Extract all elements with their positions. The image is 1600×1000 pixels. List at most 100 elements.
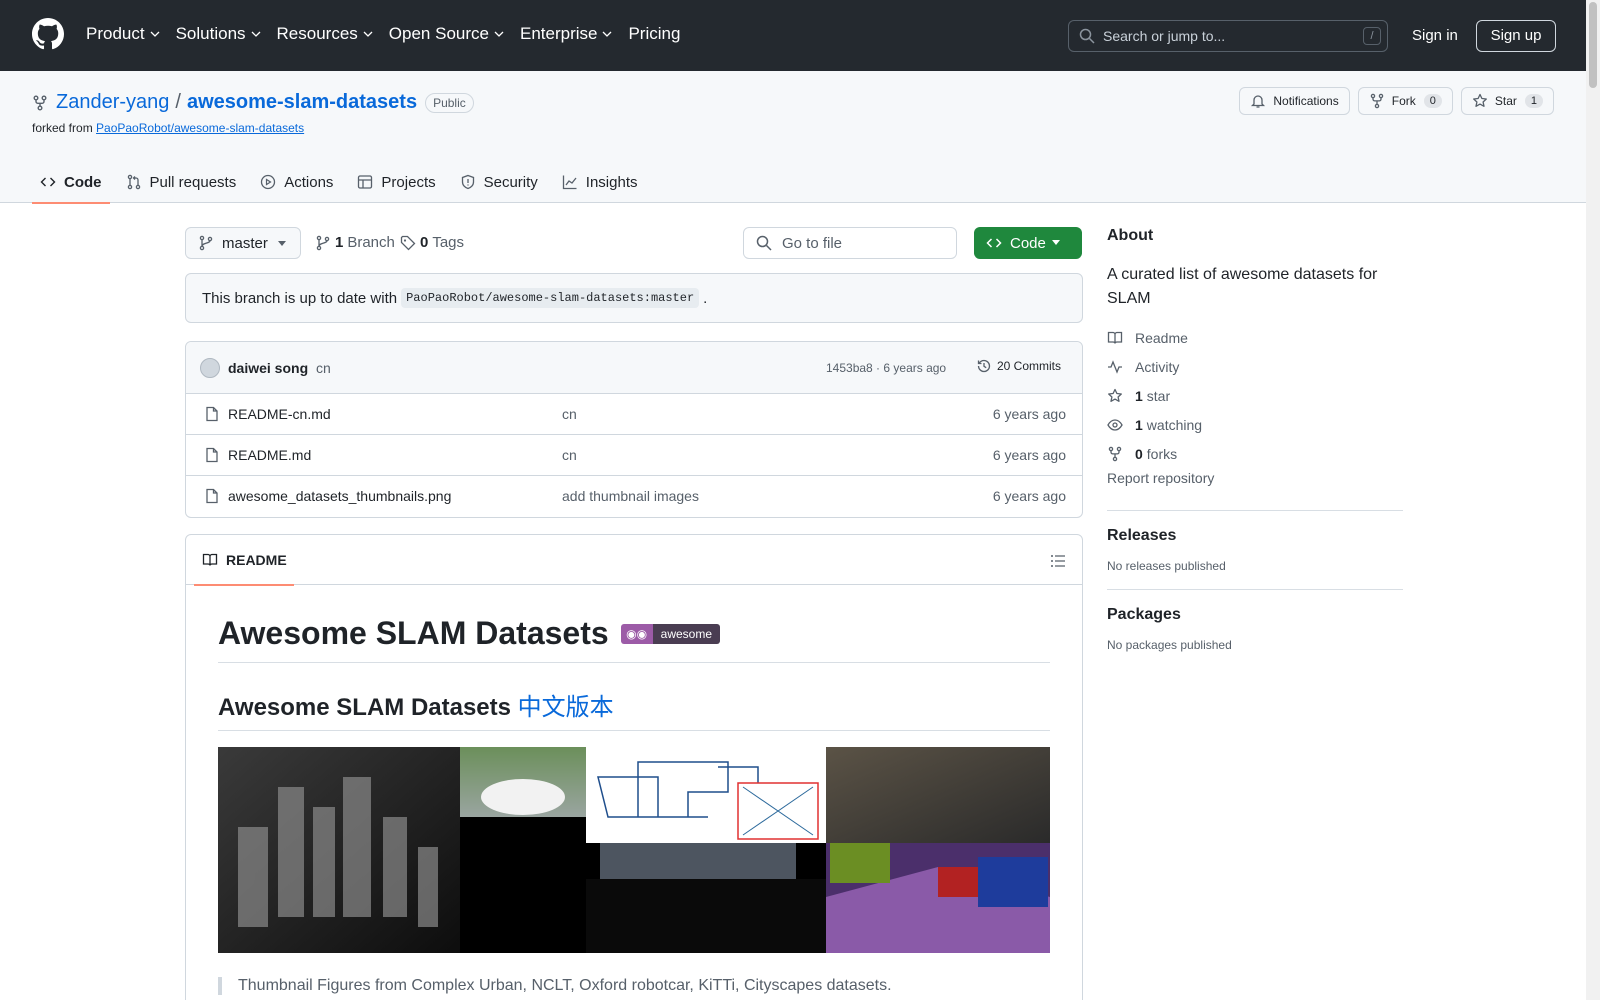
table-icon bbox=[358, 175, 373, 189]
list-unordered-icon[interactable] bbox=[1050, 553, 1066, 569]
notifications-button[interactable]: Notifications bbox=[1239, 87, 1350, 115]
global-nav: Product Solutions Resources Open Source … bbox=[86, 24, 696, 44]
file-row[interactable]: README-cn.md cn 6 years ago bbox=[186, 394, 1082, 435]
nav-label: Product bbox=[86, 24, 145, 43]
badge-text: awesome bbox=[652, 623, 721, 644]
avatar[interactable] bbox=[200, 358, 220, 378]
watching-link[interactable]: 1 watching bbox=[1107, 410, 1403, 439]
file-name[interactable]: README-cn.md bbox=[228, 406, 331, 422]
activity-link[interactable]: Activity bbox=[1107, 352, 1403, 381]
repo-tabs: Code Pull requests Actions Projects Secu… bbox=[32, 161, 654, 204]
forked-from-prefix: forked from bbox=[32, 121, 93, 135]
page-scrollbar[interactable] bbox=[1586, 0, 1600, 1000]
star-counter: 1 bbox=[1524, 94, 1543, 108]
global-header: Product Solutions Resources Open Source … bbox=[0, 0, 1600, 71]
tag-label: Tags bbox=[432, 234, 465, 251]
code-icon bbox=[986, 238, 1002, 248]
commit-message[interactable]: cn bbox=[316, 360, 331, 376]
fork-label: Fork bbox=[1391, 94, 1416, 108]
chevron-down-icon bbox=[251, 31, 260, 37]
watching-label: watching bbox=[1146, 416, 1203, 433]
report-repository-link[interactable]: Report repository bbox=[1107, 470, 1403, 494]
nav-product[interactable]: Product bbox=[86, 24, 160, 44]
packages-title[interactable]: Packages bbox=[1107, 606, 1403, 624]
go-to-file-input[interactable]: Go to file bbox=[743, 227, 957, 259]
stars-label: star bbox=[1146, 387, 1171, 404]
repo-title: Zander-yang / awesome-slam-datasets Publ… bbox=[56, 91, 474, 114]
stars-link[interactable]: 1 star bbox=[1107, 381, 1403, 410]
tab-code[interactable]: Code bbox=[32, 161, 110, 204]
file-row[interactable]: awesome_datasets_thumbnails.png add thum… bbox=[186, 476, 1082, 517]
go-to-file-placeholder: Go to file bbox=[782, 234, 843, 252]
caret-down-icon bbox=[278, 241, 286, 246]
readme-header: README bbox=[186, 535, 1082, 586]
star-button[interactable]: Star 1 bbox=[1460, 87, 1554, 115]
readme-heading: Awesome SLAM Datasets ◉◉ awesome bbox=[218, 615, 1050, 663]
awesome-badge[interactable]: ◉◉ awesome bbox=[620, 623, 721, 644]
nav-open-source[interactable]: Open Source bbox=[389, 24, 504, 44]
readme-tab-label: README bbox=[226, 552, 287, 568]
search-input[interactable]: Search or jump to... / bbox=[1068, 20, 1388, 52]
code-button-label: Code bbox=[1010, 234, 1046, 252]
repo-name-link[interactable]: awesome-slam-datasets bbox=[187, 91, 417, 114]
nav-pricing[interactable]: Pricing bbox=[628, 24, 680, 44]
tab-projects[interactable]: Projects bbox=[349, 161, 443, 203]
nav-label: Resources bbox=[276, 24, 358, 43]
divider bbox=[1107, 510, 1403, 511]
status-suffix: . bbox=[703, 289, 708, 307]
tab-security[interactable]: Security bbox=[452, 161, 546, 203]
branch-selector[interactable]: master bbox=[185, 227, 301, 259]
thumbnails-graphic bbox=[218, 747, 1050, 953]
tags-link[interactable]: 0 Tags bbox=[400, 234, 464, 251]
nav-solutions[interactable]: Solutions bbox=[176, 24, 261, 44]
file-icon bbox=[206, 488, 218, 504]
forks-count: 0 bbox=[1135, 445, 1143, 462]
tab-label: Projects bbox=[381, 173, 436, 191]
repo-owner-link[interactable]: Zander-yang bbox=[56, 91, 169, 114]
forked-from-link[interactable]: PaoPaoRobot/awesome-slam-datasets bbox=[96, 121, 304, 135]
sign-in-link[interactable]: Sign in bbox=[1412, 27, 1458, 44]
fork-icon bbox=[1108, 446, 1122, 461]
fork-button[interactable]: Fork 0 bbox=[1357, 87, 1453, 115]
file-icon bbox=[206, 447, 218, 463]
chinese-version-link[interactable]: 中文版本 bbox=[518, 694, 614, 721]
commits-history-link[interactable]: 20 Commits bbox=[976, 358, 1061, 374]
readme-tab[interactable]: README bbox=[194, 535, 294, 586]
eye-icon bbox=[1107, 418, 1123, 431]
readme-body: Awesome SLAM Datasets ◉◉ awesome Awesome… bbox=[186, 585, 1082, 1000]
chevron-down-icon bbox=[494, 31, 504, 37]
file-name[interactable]: awesome_datasets_thumbnails.png bbox=[228, 488, 451, 504]
scrollbar-thumb[interactable] bbox=[1589, 2, 1597, 88]
nav-label: Open Source bbox=[388, 24, 489, 43]
status-ref[interactable]: PaoPaoRobot/awesome-slam-datasets:master bbox=[401, 288, 700, 308]
file-icon bbox=[206, 406, 218, 422]
search-shortcut-key: / bbox=[1363, 27, 1381, 45]
tab-insights[interactable]: Insights bbox=[554, 161, 646, 203]
file-commit-message[interactable]: add thumbnail images bbox=[562, 488, 699, 504]
commit-meta[interactable]: 1453ba8 · 6 years ago bbox=[826, 361, 946, 375]
code-dropdown-button[interactable]: Code bbox=[974, 227, 1082, 259]
repo-header: Zander-yang / awesome-slam-datasets Publ… bbox=[0, 71, 1586, 204]
file-commit-message[interactable]: cn bbox=[562, 447, 577, 463]
file-commit-message[interactable]: cn bbox=[562, 406, 577, 422]
shield-icon bbox=[461, 174, 474, 190]
tab-label: Security bbox=[483, 173, 538, 191]
nav-resources[interactable]: Resources bbox=[277, 24, 373, 44]
nav-enterprise[interactable]: Enterprise bbox=[520, 24, 612, 44]
branches-link[interactable]: 1 Branch bbox=[315, 234, 395, 251]
file-row[interactable]: README.md cn 6 years ago bbox=[186, 435, 1082, 476]
file-name[interactable]: README.md bbox=[228, 447, 311, 463]
status-prefix: This branch is up to date with bbox=[202, 289, 398, 307]
tab-actions[interactable]: Actions bbox=[252, 161, 341, 203]
activity-link-label: Activity bbox=[1135, 358, 1180, 375]
chevron-down-icon bbox=[603, 31, 612, 37]
commit-author[interactable]: daiwei song bbox=[228, 360, 308, 376]
releases-title[interactable]: Releases bbox=[1107, 527, 1403, 545]
tab-pull-requests[interactable]: Pull requests bbox=[118, 161, 245, 203]
github-logo-icon[interactable] bbox=[32, 18, 64, 50]
readme-subheading: Awesome SLAM Datasets 中文版本 bbox=[218, 687, 1050, 731]
readme-link[interactable]: Readme bbox=[1107, 323, 1403, 352]
file-age: 6 years ago bbox=[992, 447, 1066, 463]
forks-link[interactable]: 0 forks bbox=[1107, 439, 1403, 468]
sign-up-button[interactable]: Sign up bbox=[1476, 20, 1556, 52]
